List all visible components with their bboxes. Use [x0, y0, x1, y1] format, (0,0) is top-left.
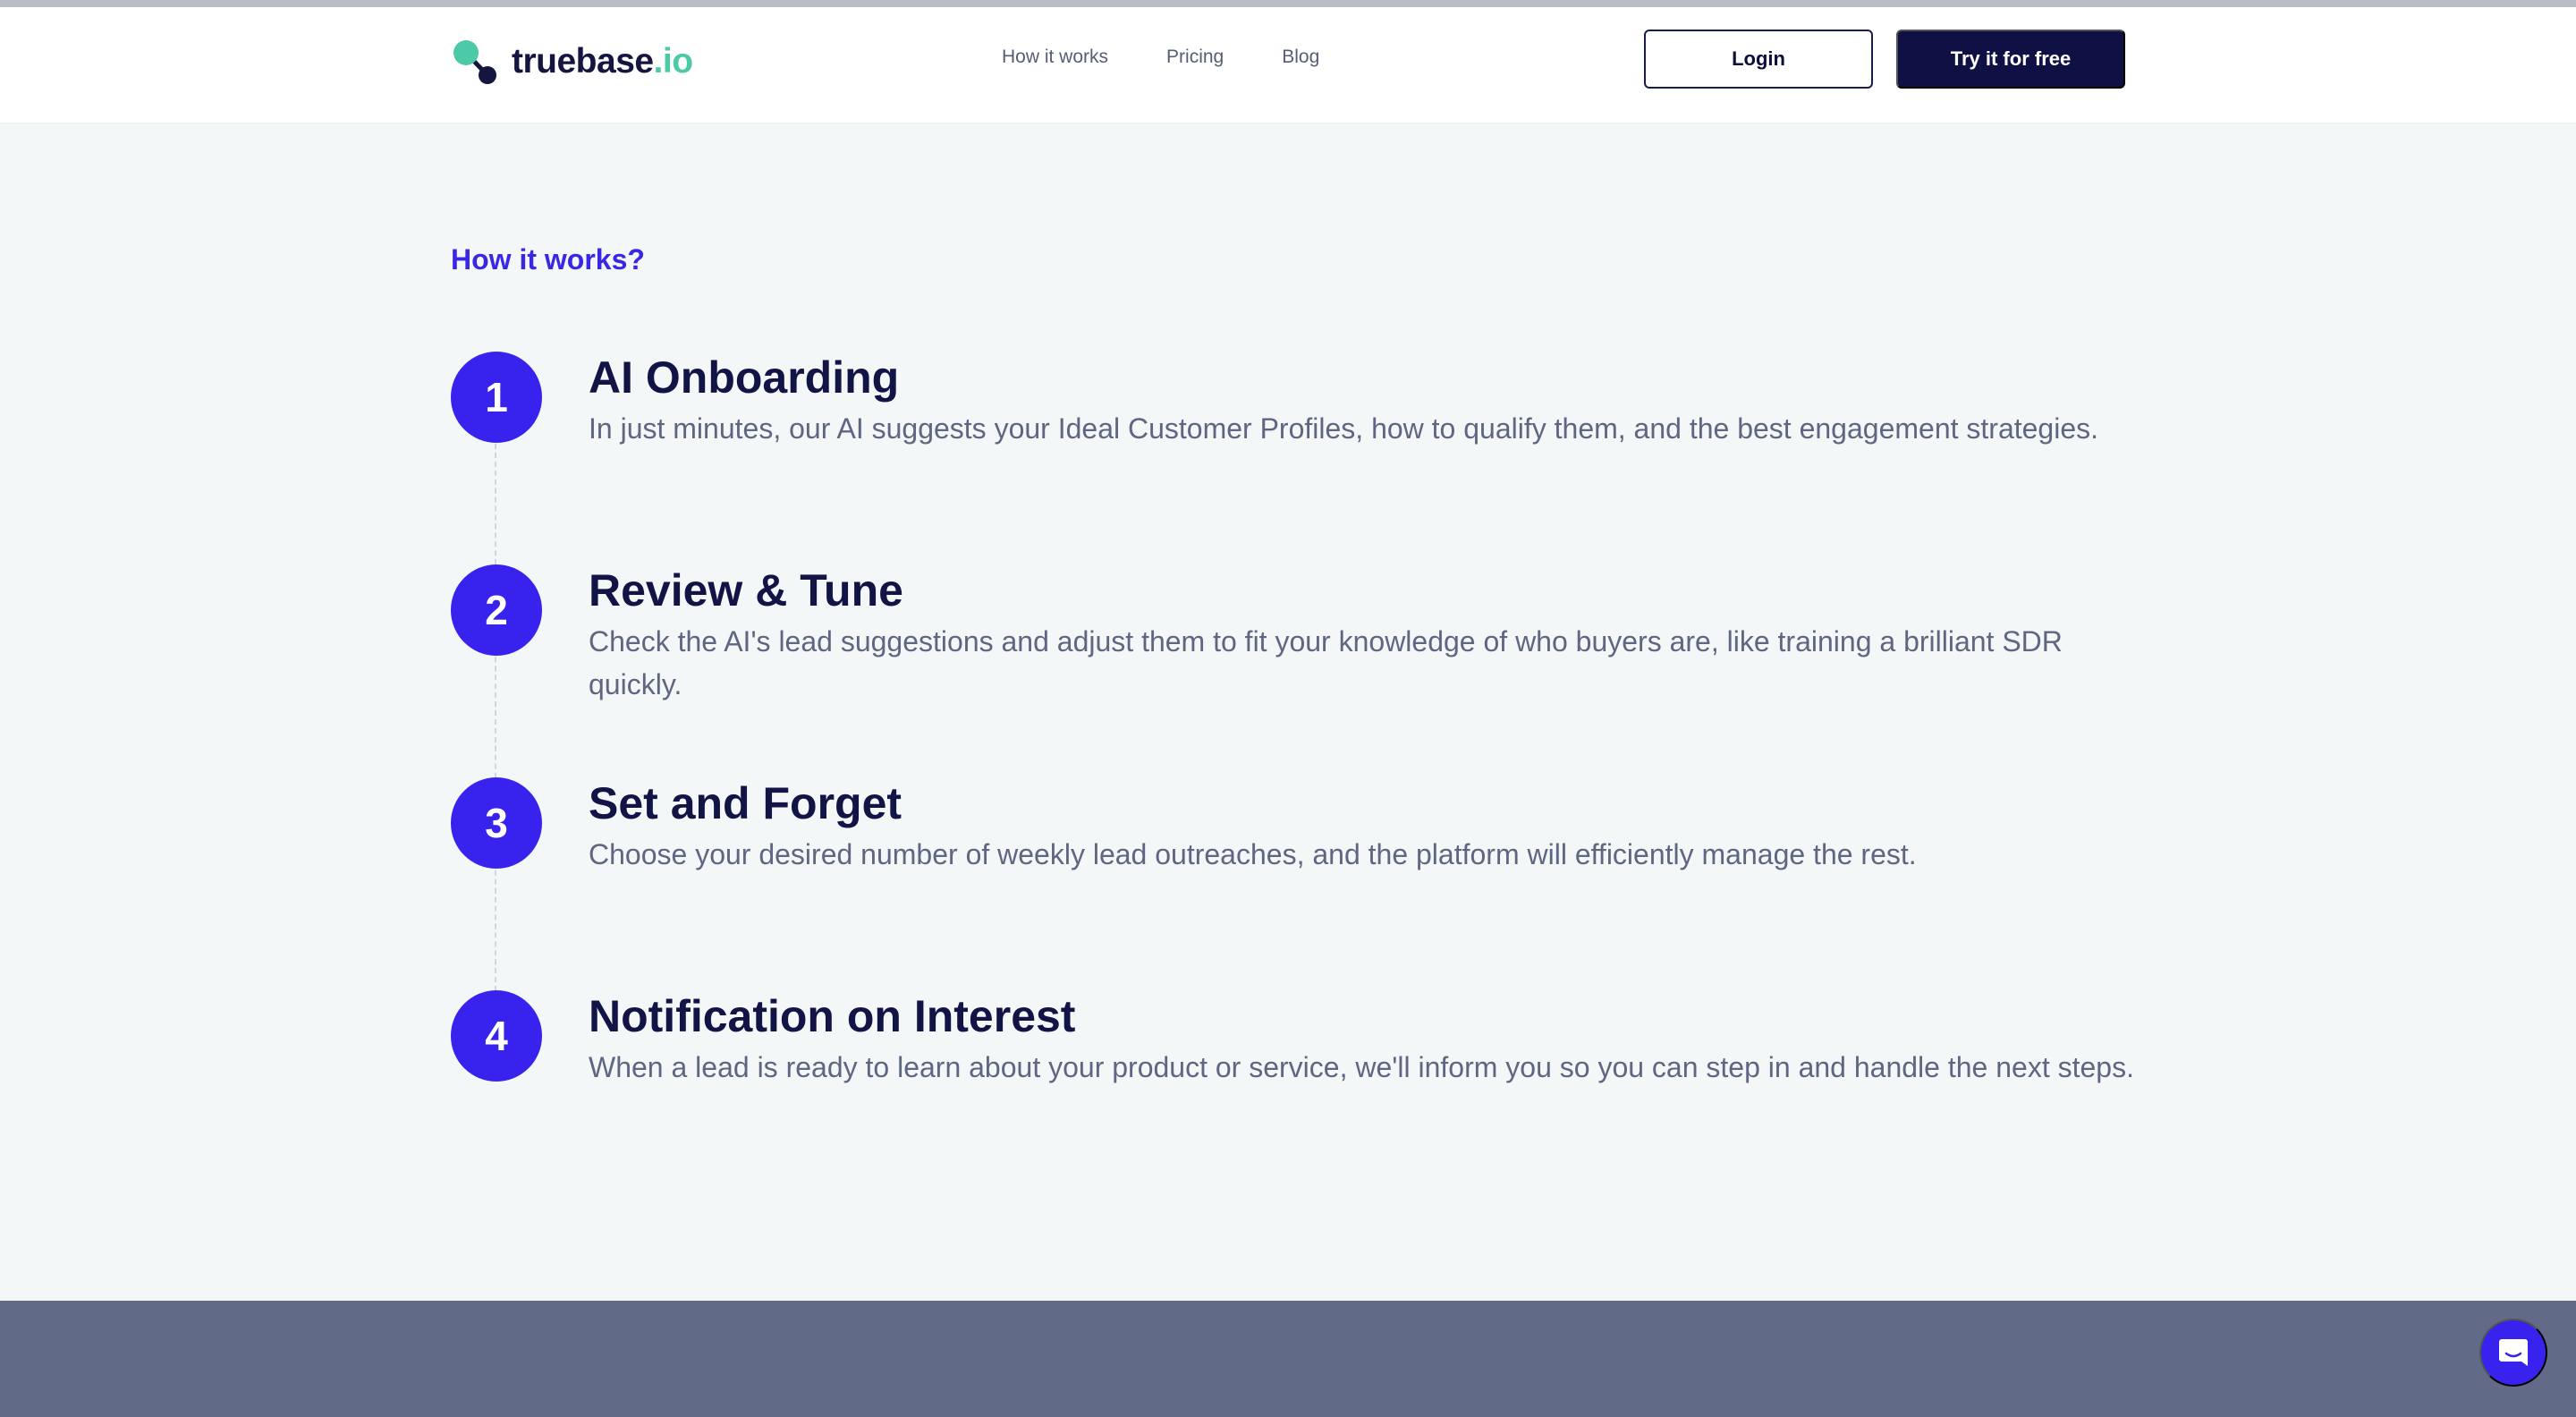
step-title: Notification on Interest — [589, 991, 1076, 1041]
browser-edge — [0, 0, 2576, 7]
step-description: Choose your desired number of weekly lea… — [589, 838, 1917, 870]
chat-launcher-button[interactable] — [2479, 1319, 2547, 1387]
step-number-badge: 4 — [451, 990, 542, 1082]
nav-blog[interactable]: Blog — [1282, 47, 1319, 68]
step-description: In just minutes, our AI suggests your Id… — [589, 412, 2099, 445]
main-nav: How it works Pricing Blog — [1002, 47, 1319, 68]
page: truebase.io How it works Pricing Blog Lo… — [0, 0, 2576, 1417]
section-kicker: How it works? — [451, 243, 645, 276]
logo-link[interactable]: truebase.io — [451, 34, 693, 89]
logo-wordmark: truebase.io — [512, 42, 693, 81]
steps-connector-line — [495, 444, 496, 991]
nav-pricing[interactable]: Pricing — [1166, 47, 1224, 68]
step-title: AI Onboarding — [589, 352, 900, 403]
step-number-badge: 3 — [451, 777, 542, 869]
login-button[interactable]: Login — [1644, 30, 1873, 89]
next-section-band — [0, 1301, 2576, 1417]
chat-bubble-icon — [2499, 1339, 2528, 1366]
step-description: When a lead is ready to learn about your… — [589, 1051, 2134, 1083]
truebase-logo-icon — [453, 40, 496, 84]
site-header: truebase.io How it works Pricing Blog Lo… — [0, 7, 2576, 123]
logo-name: truebase — [512, 42, 654, 81]
step-number-badge: 2 — [451, 564, 542, 656]
logo-tld: .io — [653, 42, 694, 81]
nav-how-it-works[interactable]: How it works — [1002, 47, 1108, 68]
step-title: Set and Forget — [589, 778, 902, 828]
step-description: Check the AI's lead suggestions and adju… — [589, 625, 2063, 700]
step-number-badge: 1 — [451, 352, 542, 443]
step-title: Review & Tune — [589, 565, 903, 615]
try-free-button[interactable]: Try it for free — [1896, 30, 2125, 89]
